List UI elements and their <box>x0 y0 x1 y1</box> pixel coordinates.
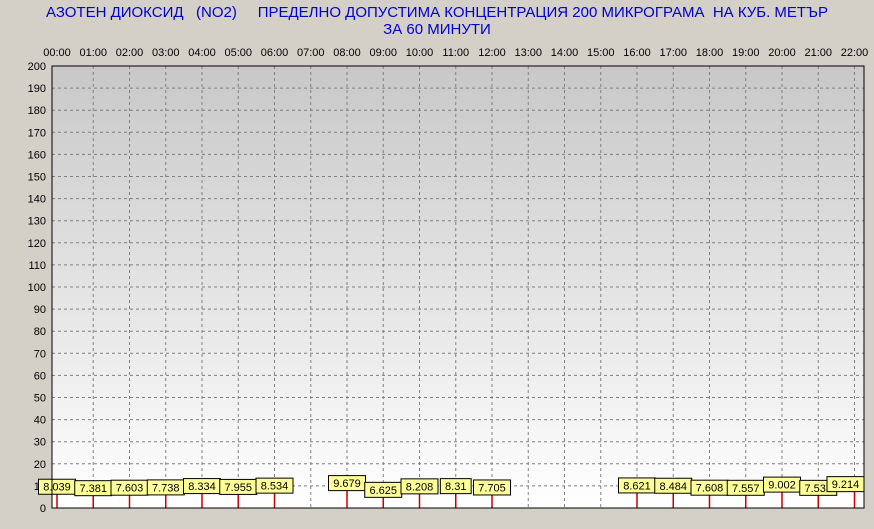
x-tick-label: 03:00 <box>152 47 180 59</box>
x-tick-label: 18:00 <box>696 47 724 59</box>
data-label: 9.679 <box>333 478 361 490</box>
data-label: 9.214 <box>832 479 860 491</box>
data-label: 8.334 <box>188 481 216 493</box>
x-tick-label: 09:00 <box>369 47 397 59</box>
y-tick-label: 50 <box>34 393 46 405</box>
data-label: 7.955 <box>224 482 252 494</box>
x-tick-label: 04:00 <box>188 47 216 59</box>
y-tick-label: 120 <box>28 238 46 250</box>
x-tick-label: 22:00 <box>841 47 869 59</box>
x-tick-label: 20:00 <box>768 47 796 59</box>
x-tick-label: 05:00 <box>224 47 252 59</box>
x-tick-label: 11:00 <box>442 47 469 59</box>
x-tick-label: 13:00 <box>514 47 542 59</box>
data-label: 9.002 <box>768 480 796 492</box>
data-label: 7.738 <box>152 482 180 494</box>
x-tick-label: 01:00 <box>79 47 107 59</box>
data-label: 7.603 <box>116 483 144 495</box>
x-tick-label: 10:00 <box>406 47 434 59</box>
y-tick-label: 150 <box>28 172 46 184</box>
data-label: 7.557 <box>732 483 760 495</box>
y-tick-label: 110 <box>28 260 46 272</box>
x-tick-label: 17:00 <box>659 47 687 59</box>
x-tick-label: 08:00 <box>333 47 361 59</box>
data-label: 6.625 <box>369 485 397 497</box>
data-label: 8.621 <box>623 480 651 492</box>
y-tick-label: 70 <box>34 348 46 360</box>
x-axis-ticks: 00:00 01:00 02:00 03:00 04:00 05:00 06:00 07:00… <box>43 47 868 59</box>
x-tick-label: 21:00 <box>804 47 832 59</box>
y-tick-label: 170 <box>28 127 46 139</box>
x-tick-label: 14:00 <box>551 47 579 59</box>
y-tick-label: 190 <box>28 83 46 95</box>
data-label: 8.31 <box>445 481 466 493</box>
x-tick-label: 16:00 <box>623 47 651 59</box>
data-label: 7.381 <box>79 483 107 495</box>
data-label: 7.608 <box>696 483 724 495</box>
data-label: 8.534 <box>261 481 289 493</box>
y-tick-label: 160 <box>28 149 46 161</box>
x-tick-label: 19:00 <box>732 47 760 59</box>
y-tick-label: 60 <box>34 370 46 382</box>
y-tick-label: 80 <box>34 326 46 338</box>
chart: 0102030405060708090100110120130140150160… <box>28 47 869 515</box>
y-tick-label: 180 <box>28 105 46 117</box>
y-tick-label: 30 <box>34 437 46 449</box>
x-tick-label: 06:00 <box>261 47 289 59</box>
x-tick-label: 02:00 <box>116 47 144 59</box>
data-label: 8.484 <box>659 481 687 493</box>
y-tick-label: 130 <box>28 216 46 228</box>
y-tick-label: 100 <box>28 282 46 294</box>
data-label: 7.705 <box>478 482 506 494</box>
y-axis-ticks: 0102030405060708090100110120130140150160… <box>28 61 46 515</box>
y-tick-label: 40 <box>34 415 46 427</box>
x-tick-label: 07:00 <box>297 47 325 59</box>
y-tick-label: 140 <box>28 194 46 206</box>
x-tick-label: 15:00 <box>587 47 615 59</box>
data-label: 8.039 <box>43 482 71 494</box>
y-tick-label: 0 <box>40 503 46 515</box>
x-tick-label: 00:00 <box>43 47 71 59</box>
x-tick-label: 12:00 <box>478 47 506 59</box>
data-label: 8.208 <box>406 481 434 493</box>
y-tick-label: 90 <box>34 304 46 316</box>
y-tick-label: 200 <box>28 61 46 73</box>
y-tick-label: 20 <box>34 459 46 471</box>
